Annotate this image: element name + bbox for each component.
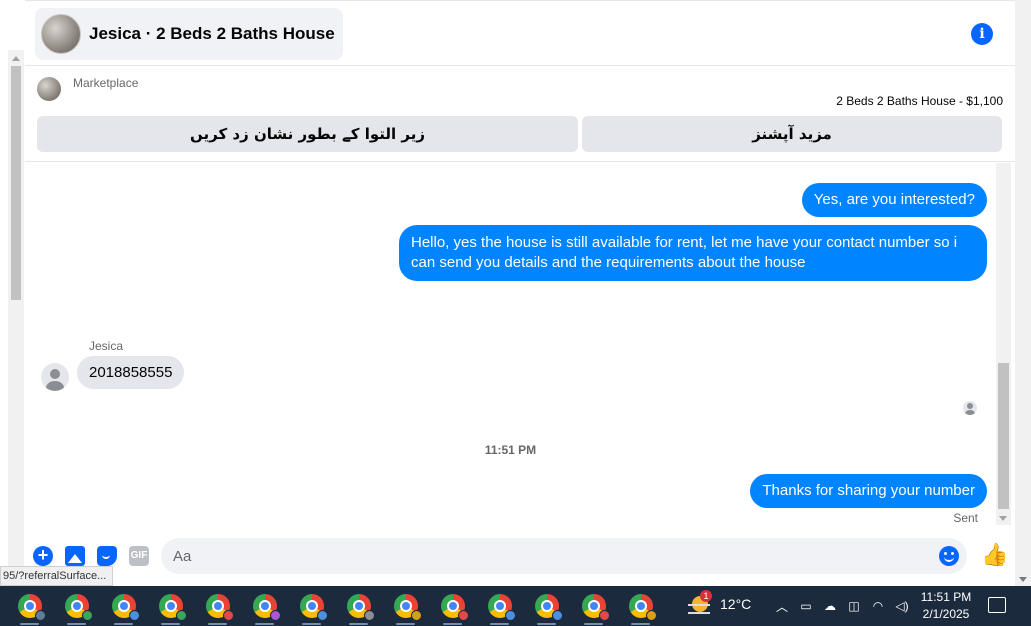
sticker-icon[interactable] [97, 546, 117, 566]
emoji-icon[interactable] [939, 546, 959, 566]
profile-badge [363, 610, 375, 621]
profile-badge [34, 610, 46, 621]
listing-title[interactable]: 2 Beds 2 Baths House - $1,100 [836, 94, 1003, 108]
profile-badge [128, 610, 140, 621]
taskbar-chrome-app[interactable] [194, 586, 241, 626]
profile-badge [598, 610, 610, 621]
status-bar-url: 95/?referralSurface... [0, 566, 114, 586]
message-input-wrapper [161, 538, 967, 574]
plus-icon[interactable]: + [33, 546, 53, 566]
chrome-icon [440, 594, 469, 621]
system-tray: ︿ ▭ ☁ ◫ ◠ ◁) [774, 586, 910, 626]
weather-badge: 1 [700, 590, 712, 602]
taskbar-chrome-app[interactable] [147, 586, 194, 626]
chrome-icon [299, 594, 328, 621]
gif-icon[interactable]: GIF [129, 546, 149, 566]
sent-status: Sent [953, 511, 978, 525]
taskbar-apps [6, 586, 664, 626]
page-scrollbar[interactable] [8, 50, 24, 570]
taskbar-chrome-app[interactable] [523, 586, 570, 626]
profile-badge [175, 610, 187, 621]
clock-time: 11:51 PM [920, 590, 972, 604]
profile-badge [645, 610, 657, 621]
taskbar-chrome-app[interactable] [288, 586, 335, 626]
battery-icon[interactable]: ▭ [798, 599, 814, 613]
scroll-up-arrow-icon[interactable] [12, 56, 20, 61]
chat-panel: Jesica · 2 Beds 2 Baths House i Marketpl… [25, 0, 1015, 586]
taskbar-chrome-app[interactable] [476, 586, 523, 626]
message-bubble-outgoing[interactable]: Hello, yes the house is still available … [399, 225, 987, 281]
wifi-icon[interactable]: ◠ [870, 599, 886, 613]
taskbar-chrome-app[interactable] [382, 586, 429, 626]
window-scrollbar[interactable] [1015, 0, 1031, 586]
chevron-up-icon[interactable]: ︿ [774, 598, 790, 615]
taskbar-chrome-app[interactable] [100, 586, 147, 626]
listing-avatar [41, 14, 81, 54]
more-options-button[interactable]: مزید آپشنز [582, 116, 1002, 152]
chrome-icon [17, 594, 46, 621]
chat-header: Jesica · 2 Beds 2 Baths House i [25, 0, 1015, 66]
taskbar-chrome-app[interactable] [53, 586, 100, 626]
cloud-icon[interactable]: ☁ [822, 599, 838, 613]
window-scroll-down-icon[interactable] [1019, 577, 1027, 582]
message-bubble-outgoing[interactable]: Thanks for sharing your number [750, 474, 987, 508]
notification-icon[interactable] [988, 597, 1006, 613]
profile-badge [504, 610, 516, 621]
mark-pending-button[interactable]: زیر التوا کے بطور نشان زد کریں [37, 116, 578, 152]
profile-badge [551, 610, 563, 621]
thumbs-up-icon[interactable]: 👍 [981, 544, 1008, 566]
messages-scrollbar-thumb[interactable] [998, 363, 1009, 509]
sender-avatar[interactable] [41, 363, 69, 391]
chrome-icon [346, 594, 375, 621]
marketplace-label: Marketplace [73, 76, 139, 90]
listing-thumbnail [37, 77, 61, 101]
scroll-down-arrow-icon[interactable] [999, 516, 1007, 521]
profile-badge [269, 610, 281, 621]
message-composer: + GIF 👍 [25, 532, 1015, 580]
sender-name: Jesica [89, 339, 124, 353]
chrome-icon [205, 594, 234, 621]
weather-temp: 12°C [720, 596, 752, 612]
screen: Jesica · 2 Beds 2 Baths House i Marketpl… [0, 0, 1031, 626]
time-separator: 11:51 PM [484, 443, 537, 457]
profile-badge [222, 610, 234, 621]
profile-badge [410, 610, 422, 621]
seen-indicator-avatar [963, 401, 977, 415]
taskbar-chrome-app[interactable] [617, 586, 664, 626]
taskbar-chrome-app[interactable] [241, 586, 288, 626]
chrome-icon [534, 594, 563, 621]
chrome-icon [111, 594, 140, 621]
photo-icon[interactable] [65, 546, 85, 566]
messages-scrollbar[interactable] [996, 163, 1011, 525]
taskbar-chrome-app[interactable] [429, 586, 476, 626]
weather-icon: 1 [686, 590, 712, 616]
taskbar-chrome-app[interactable] [570, 586, 617, 626]
clock[interactable]: 11:51 PM 2/1/2025 [916, 589, 976, 623]
speaker-icon[interactable]: ◁) [894, 599, 910, 613]
taskbar-chrome-app[interactable] [6, 586, 53, 626]
message-bubble-incoming[interactable]: 2018858555 [77, 356, 185, 389]
chrome-icon [393, 594, 422, 621]
profile-badge [81, 610, 93, 621]
weather-widget[interactable]: 1 12°C [686, 590, 752, 616]
message-input[interactable] [173, 538, 933, 574]
chrome-icon [487, 594, 516, 621]
profile-badge [316, 610, 328, 621]
taskbar: 1 12°C ︿ ▭ ☁ ◫ ◠ ◁) 11:51 PM 2/1/2025 [0, 586, 1031, 626]
scrollbar-thumb[interactable] [11, 66, 21, 300]
chrome-icon [158, 594, 187, 621]
profile-badge [457, 610, 469, 621]
chrome-icon [628, 594, 657, 621]
camera-icon[interactable]: ◫ [846, 599, 862, 613]
clock-date: 2/1/2025 [922, 607, 970, 621]
message-bubble-outgoing[interactable]: Yes, are you interested? [801, 183, 987, 217]
chat-title: Jesica · 2 Beds 2 Baths House [89, 24, 335, 43]
chat-title-button[interactable]: Jesica · 2 Beds 2 Baths House [35, 8, 343, 60]
marketplace-banner: Marketplace 2 Beds 2 Baths House - $1,10… [25, 66, 1015, 162]
chrome-icon [64, 594, 93, 621]
taskbar-chrome-app[interactable] [335, 586, 382, 626]
chrome-icon [252, 594, 281, 621]
info-icon[interactable]: i [971, 23, 993, 45]
chrome-icon [581, 594, 610, 621]
